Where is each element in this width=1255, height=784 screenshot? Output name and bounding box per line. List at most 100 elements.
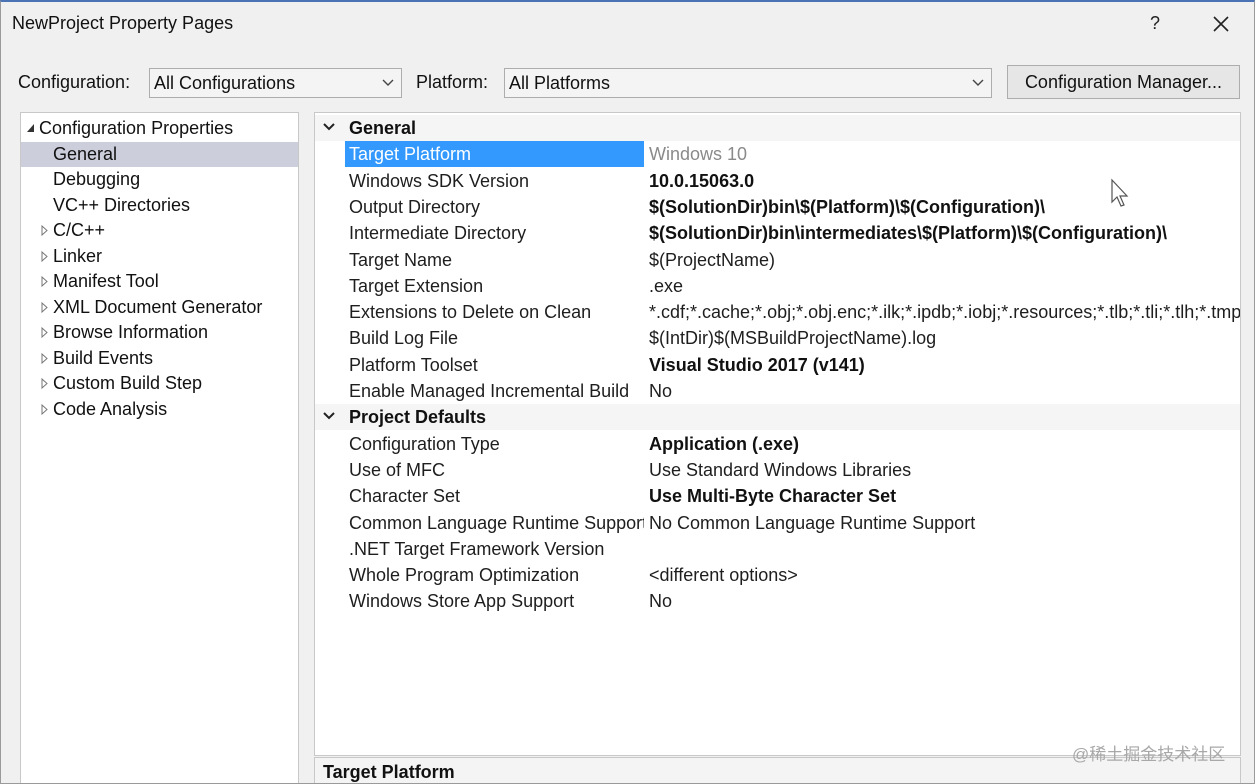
property-name[interactable]: .NET Target Framework Version xyxy=(345,536,644,562)
chevron-down-icon[interactable] xyxy=(321,115,337,141)
tree-item-label: Build Events xyxy=(53,347,154,368)
tree-item-vc-directories[interactable]: VC++ Directories xyxy=(21,193,298,218)
property-name[interactable]: Target Extension xyxy=(345,273,644,299)
platform-label: Platform: xyxy=(416,72,489,92)
property-row[interactable]: Output Directory $(SolutionDir)bin\$(Plat… xyxy=(315,194,1240,220)
property-row[interactable]: Platform Toolset Visual Studio 2017 (v141… xyxy=(315,352,1240,378)
property-name[interactable]: Target Name xyxy=(345,247,644,273)
tree-item-custom-build-step[interactable]: Custom Build Step xyxy=(21,371,298,396)
tree-item-label: Linker xyxy=(53,245,103,266)
configuration-manager-button[interactable]: Configuration Manager... xyxy=(1007,65,1240,99)
property-row[interactable]: Use of MFC Use Standard Windows Libraries xyxy=(315,457,1240,483)
property-row[interactable]: Enable Managed Incremental Build No xyxy=(315,378,1240,404)
property-value[interactable] xyxy=(649,536,1240,562)
tree-item-general[interactable]: General xyxy=(21,141,298,167)
tree-item-linker[interactable]: Linker xyxy=(21,244,298,269)
property-value[interactable]: No xyxy=(649,588,1240,614)
property-row[interactable]: Configuration Type Application (.exe) xyxy=(315,431,1240,457)
collapsed-triangle-icon[interactable] xyxy=(39,295,51,320)
category-label: Project Defaults xyxy=(349,407,487,428)
platform-dropdown-value: All Platforms xyxy=(509,73,611,93)
property-value[interactable]: No xyxy=(649,378,1240,404)
property-value[interactable]: No Common Language Runtime Support xyxy=(649,510,1240,536)
property-name[interactable]: Common Language Runtime Support xyxy=(345,510,644,536)
collapsed-triangle-icon[interactable] xyxy=(39,218,51,243)
property-name[interactable]: Windows Store App Support xyxy=(345,588,644,614)
chevron-down-icon[interactable] xyxy=(321,404,337,430)
collapsed-triangle-icon[interactable] xyxy=(39,371,51,396)
property-value[interactable]: <different options> xyxy=(649,562,1240,588)
chevron-down-icon xyxy=(972,79,984,86)
collapsed-triangle-icon[interactable] xyxy=(39,244,51,269)
property-name[interactable]: Target Platform xyxy=(345,141,644,168)
description-title: Target Platform xyxy=(323,762,455,782)
category-general[interactable]: General xyxy=(315,115,1240,141)
configuration-dropdown-value: All Configurations xyxy=(154,73,296,93)
property-name[interactable]: Enable Managed Incremental Build xyxy=(345,378,644,404)
property-value[interactable]: 10.0.15063.0 xyxy=(649,168,1240,194)
collapsed-triangle-icon[interactable] xyxy=(39,346,51,371)
property-row[interactable]: Extensions to Delete on Clean *.cdf;*.cac… xyxy=(315,299,1240,325)
tree-item-label: Custom Build Step xyxy=(53,373,203,393)
property-name[interactable]: Use of MFC xyxy=(345,457,644,483)
property-row[interactable]: Target Extension .exe xyxy=(315,273,1240,299)
collapsed-triangle-icon[interactable] xyxy=(39,397,51,422)
tree-item-label: Debugging xyxy=(53,169,141,189)
expanded-triangle-icon[interactable] xyxy=(25,116,37,141)
property-value[interactable]: $(IntDir)$(MSBuildProjectName).log xyxy=(649,325,1240,351)
property-row[interactable]: Build Log File $(IntDir)$(MSBuildProjectN… xyxy=(315,325,1240,351)
property-value[interactable]: Use Multi-Byte Character Set xyxy=(649,483,1240,509)
property-value[interactable]: $(SolutionDir)bin\$(Platform)\$(Configur… xyxy=(649,194,1240,220)
tree-item-debugging[interactable]: Debugging xyxy=(21,167,298,192)
mouse-cursor-icon xyxy=(1111,178,1129,207)
category-label: General xyxy=(349,118,417,138)
tree-item-c-c[interactable]: C/C++ xyxy=(21,218,298,243)
property-row[interactable]: Target Platform Windows 10 xyxy=(315,141,1240,168)
property-row[interactable]: Target Name $(ProjectName) xyxy=(315,247,1240,273)
property-value[interactable]: Visual Studio 2017 (v141) xyxy=(649,352,1240,378)
watermark: @稀土掘金技术社区 xyxy=(1072,745,1226,764)
property-name[interactable]: Character Set xyxy=(345,483,644,509)
property-name[interactable]: Output Directory xyxy=(345,194,644,220)
property-row[interactable]: Windows SDK Version 10.0.15063.0 xyxy=(315,168,1240,194)
property-value[interactable]: Windows 10 xyxy=(649,141,1240,167)
property-value[interactable]: $(SolutionDir)bin\intermediates\$(Platfo… xyxy=(649,220,1240,246)
configuration-dropdown[interactable]: All Configurations xyxy=(149,68,402,98)
property-value[interactable]: *.cdf;*.cache;*.obj;*.obj.enc;*.ilk;*.ip… xyxy=(649,299,1240,325)
property-row[interactable]: .NET Target Framework Version xyxy=(315,536,1240,562)
property-row[interactable]: Character Set Use Multi-Byte Character Se… xyxy=(315,483,1240,509)
property-row[interactable]: Windows Store App Support No xyxy=(315,588,1240,614)
property-name[interactable]: Whole Program Optimization xyxy=(345,562,644,588)
property-row[interactable]: Common Language Runtime Support No Common… xyxy=(315,510,1240,536)
collapsed-triangle-icon[interactable] xyxy=(39,320,51,345)
tree-item-build-events[interactable]: Build Events xyxy=(21,346,298,371)
property-name[interactable]: Intermediate Directory xyxy=(345,220,644,246)
tree-item-browse-information[interactable]: Browse Information xyxy=(21,320,298,345)
property-tree: Configuration Properties General Debugging… xyxy=(20,112,299,784)
property-name[interactable]: Build Log File xyxy=(345,325,644,351)
help-button[interactable]: ? xyxy=(1140,8,1170,38)
tree-item-label: Browse Information xyxy=(53,322,209,342)
property-row[interactable]: Intermediate Directory $(SolutionDir)bin\… xyxy=(315,220,1240,246)
property-name[interactable]: Configuration Type xyxy=(345,431,644,457)
tree-item-label: Configuration Properties xyxy=(39,118,234,138)
property-name[interactable]: Windows SDK Version xyxy=(345,168,644,194)
tree-item-code-analysis[interactable]: Code Analysis xyxy=(21,397,298,422)
property-value[interactable]: $(ProjectName) xyxy=(649,247,1240,273)
property-name[interactable]: Extensions to Delete on Clean xyxy=(345,299,644,325)
property-value[interactable]: Use Standard Windows Libraries xyxy=(649,457,1240,483)
tree-item-xml-document-generator[interactable]: XML Document Generator xyxy=(21,295,298,320)
chevron-down-icon xyxy=(382,79,394,86)
platform-dropdown[interactable]: All Platforms xyxy=(504,68,992,98)
collapsed-triangle-icon[interactable] xyxy=(39,269,51,294)
tree-item-manifest-tool[interactable]: Manifest Tool xyxy=(21,269,298,294)
window-title: NewProject Property Pages xyxy=(12,13,234,33)
tree-item-configuration-properties[interactable]: Configuration Properties xyxy=(21,116,298,141)
tree-item-label: General xyxy=(53,143,118,164)
close-button[interactable] xyxy=(1205,8,1237,38)
property-name[interactable]: Platform Toolset xyxy=(345,352,644,378)
category-project-defaults[interactable]: Project Defaults xyxy=(315,404,1240,431)
property-value[interactable]: .exe xyxy=(649,273,1240,299)
property-row[interactable]: Whole Program Optimization <different opt… xyxy=(315,562,1240,588)
property-value[interactable]: Application (.exe) xyxy=(649,431,1240,457)
